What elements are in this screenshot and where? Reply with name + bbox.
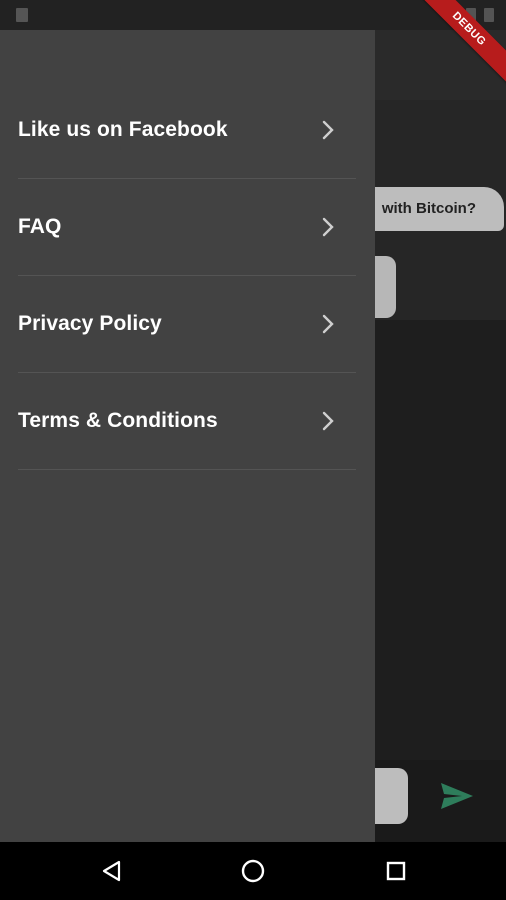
sd-card-icon — [16, 8, 28, 22]
drawer-menu: Like us on Facebook FAQ Privacy Policy T… — [18, 82, 356, 470]
chevron-right-icon — [322, 411, 334, 431]
send-icon — [441, 783, 473, 809]
chevron-right-icon — [322, 314, 334, 334]
drawer-item-label: Privacy Policy — [18, 312, 162, 335]
drawer-item-label: FAQ — [18, 215, 62, 238]
back-button[interactable] — [96, 856, 126, 886]
system-navigation-bar — [0, 842, 506, 900]
battery-icon — [484, 8, 494, 22]
drawer-item-privacy-policy[interactable]: Privacy Policy — [18, 276, 356, 373]
send-button[interactable] — [436, 778, 478, 814]
back-icon — [102, 860, 121, 882]
recents-icon — [386, 861, 406, 881]
drawer-item-terms[interactable]: Terms & Conditions — [18, 373, 356, 470]
chevron-right-icon — [322, 120, 334, 140]
home-icon — [241, 859, 265, 883]
chevron-right-icon — [322, 217, 334, 237]
recents-button[interactable] — [381, 856, 411, 886]
navigation-drawer: Like us on Facebook FAQ Privacy Policy T… — [0, 30, 375, 842]
drawer-item-faq[interactable]: FAQ — [18, 179, 356, 276]
home-button[interactable] — [238, 856, 268, 886]
drawer-item-label: Terms & Conditions — [18, 409, 218, 432]
drawer-item-facebook[interactable]: Like us on Facebook — [18, 82, 356, 179]
drawer-item-label: Like us on Facebook — [18, 118, 228, 141]
